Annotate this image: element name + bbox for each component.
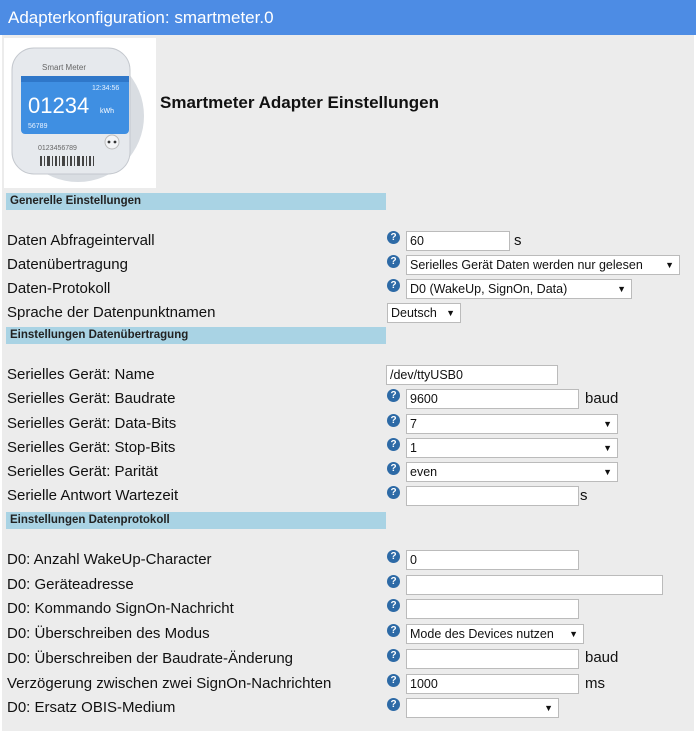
chevron-down-icon: ▼	[665, 260, 674, 270]
logo-time: 12:34:56	[92, 85, 119, 92]
interval-unit: s	[514, 232, 522, 249]
help-icon[interactable]: ?	[387, 550, 400, 563]
help-icon[interactable]: ?	[387, 649, 400, 662]
logo-reading: 01234	[28, 93, 89, 118]
baudrate-unit: baud	[585, 390, 619, 407]
help-icon[interactable]: ?	[387, 462, 400, 475]
databits-label: Serielles Gerät: Data-Bits	[7, 415, 177, 432]
stopbits-selected: 1	[410, 441, 417, 455]
serial-name-input[interactable]	[386, 365, 558, 385]
delay-input[interactable]	[406, 674, 579, 694]
help-icon[interactable]: ?	[387, 255, 400, 268]
timeout-unit: s	[580, 487, 588, 504]
interval-input[interactable]	[406, 231, 510, 251]
section-protocol: Einstellungen Datenprotokoll	[6, 512, 386, 529]
help-icon[interactable]: ?	[387, 486, 400, 499]
delay-unit: ms	[585, 675, 605, 692]
logo-brand: Smart Meter	[42, 63, 86, 72]
stopbits-label: Serielles Gerät: Stop-Bits	[7, 439, 176, 456]
chevron-down-icon: ▼	[446, 308, 455, 318]
signon-label: D0: Kommando SignOn-Nachricht	[7, 600, 234, 617]
parity-selected: even	[410, 465, 438, 479]
settings-panel: Smart Meter 12:34:56 01234 kWh 56789 012…	[0, 35, 696, 731]
page-title: Smartmeter Adapter Einstellungen	[160, 93, 439, 112]
transfer-selected: Serielles Gerät Daten werden nur gelesen	[410, 258, 643, 272]
smart-meter-logo: Smart Meter 12:34:56 01234 kWh 56789 012…	[4, 38, 156, 188]
stopbits-select[interactable]: 1 ▼	[406, 438, 618, 458]
section-transfer: Einstellungen Datenübertragung	[6, 327, 386, 344]
signon-input[interactable]	[406, 599, 579, 619]
databits-selected: 7	[410, 417, 417, 431]
chevron-down-icon: ▼	[617, 284, 626, 294]
chevron-down-icon: ▼	[569, 629, 578, 639]
baudchange-input[interactable]	[406, 649, 579, 669]
help-icon[interactable]: ?	[387, 698, 400, 711]
chevron-down-icon: ▼	[603, 443, 612, 453]
wakeup-input[interactable]	[406, 550, 579, 570]
medium-select[interactable]: ▼	[406, 698, 559, 718]
parity-select[interactable]: even ▼	[406, 462, 618, 482]
help-icon[interactable]: ?	[387, 575, 400, 588]
mode-label: D0: Überschreiben des Modus	[7, 625, 210, 642]
help-icon[interactable]: ?	[387, 624, 400, 637]
section-general: Generelle Einstellungen	[6, 193, 386, 210]
wakeup-label: D0: Anzahl WakeUp-Character	[7, 551, 212, 568]
baudchange-label: D0: Überschreiben der Baudrate-Änderung	[7, 650, 294, 667]
chevron-down-icon: ▼	[603, 467, 612, 477]
mode-selected: Mode des Devices nutzen	[410, 627, 554, 641]
delay-label: Verzögerung zwischen zwei SignOn-Nachric…	[7, 675, 332, 692]
databits-select[interactable]: 7 ▼	[406, 414, 618, 434]
timeout-label: Serielle Antwort Wartezeit	[7, 487, 179, 504]
transfer-select[interactable]: Serielles Gerät Daten werden nur gelesen…	[406, 255, 680, 275]
medium-label: D0: Ersatz OBIS-Medium	[7, 699, 176, 716]
protocol-selected: D0 (WakeUp, SignOn, Data)	[410, 282, 568, 296]
serial-name-label: Serielles Gerät: Name	[7, 366, 155, 383]
chevron-down-icon: ▼	[603, 419, 612, 429]
logo-unit: kWh	[100, 108, 114, 115]
mode-select[interactable]: Mode des Devices nutzen ▼	[406, 624, 584, 644]
protocol-select[interactable]: D0 (WakeUp, SignOn, Data) ▼	[406, 279, 632, 299]
help-icon[interactable]: ?	[387, 389, 400, 402]
baudrate-label: Serielles Gerät: Baudrate	[7, 390, 176, 407]
parity-label: Serielles Gerät: Parität	[7, 463, 158, 480]
protocol-label: Daten-Protokoll	[7, 280, 111, 297]
language-selected: Deutsch	[391, 306, 437, 320]
help-icon[interactable]: ?	[387, 279, 400, 292]
language-label: Sprache der Datenpunktnamen	[7, 304, 216, 321]
chevron-down-icon: ▼	[544, 703, 553, 713]
help-icon[interactable]: ?	[387, 414, 400, 427]
language-select[interactable]: Deutsch ▼	[387, 303, 461, 323]
baudrate-input[interactable]	[406, 389, 579, 409]
transfer-label: Datenübertragung	[7, 256, 128, 273]
timeout-input[interactable]	[406, 486, 579, 506]
address-label: D0: Geräteadresse	[7, 576, 134, 593]
help-icon[interactable]: ?	[387, 599, 400, 612]
baudchange-unit: baud	[585, 649, 619, 666]
interval-label: Daten Abfrageintervall	[7, 232, 155, 249]
address-input[interactable]	[406, 575, 663, 595]
logo-small-number: 56789	[28, 123, 48, 130]
help-icon[interactable]: ?	[387, 674, 400, 687]
logo-serial: 0123456789	[38, 145, 77, 152]
help-icon[interactable]: ?	[387, 438, 400, 451]
window-title: Adapterkonfiguration: smartmeter.0	[0, 0, 696, 35]
help-icon[interactable]: ?	[387, 231, 400, 244]
